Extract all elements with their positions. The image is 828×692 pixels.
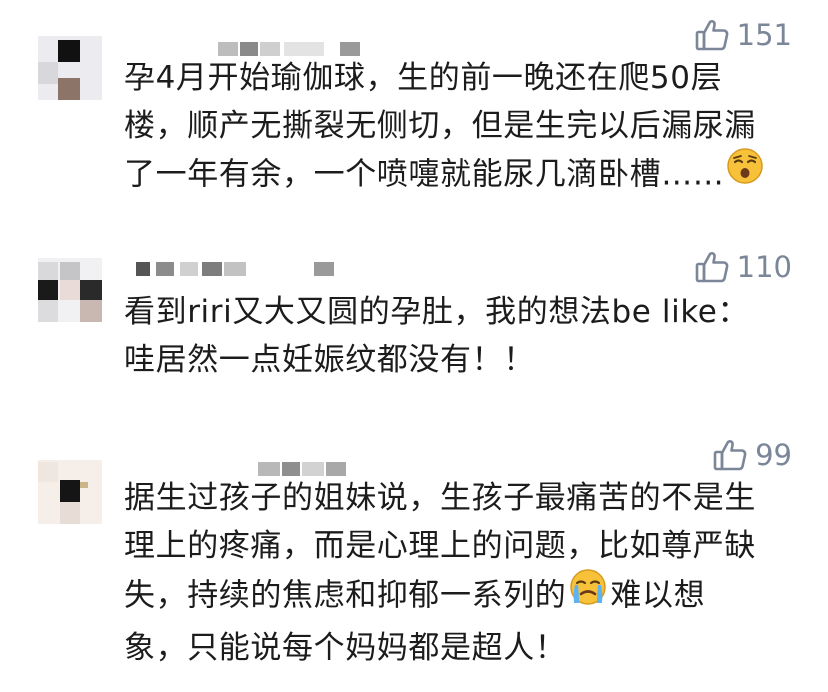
like-count: 151 xyxy=(736,18,792,52)
like-button[interactable]: 110 xyxy=(695,250,792,284)
avatar[interactable] xyxy=(38,460,102,524)
mosaic-block xyxy=(202,262,222,276)
mosaic-block xyxy=(224,262,246,276)
comment-line-text: 难以想 xyxy=(610,577,706,614)
avatar-pixel xyxy=(60,480,80,502)
avatar-pixel xyxy=(38,462,58,482)
avatar-pixel xyxy=(80,482,88,488)
avatar-pixel xyxy=(38,262,58,280)
like-button[interactable]: 151 xyxy=(695,18,792,52)
mosaic-block xyxy=(180,262,198,276)
thumbs-up-icon xyxy=(695,251,729,283)
avatar[interactable] xyxy=(38,36,102,100)
like-count: 99 xyxy=(755,438,792,472)
like-button[interactable]: 99 xyxy=(713,438,792,472)
comment-line-text: 楼，顺产无撕裂无侧切，但是生完以后漏尿漏 xyxy=(124,108,756,144)
loudly-crying-face-emoji-icon xyxy=(568,567,608,621)
astonished-face-emoji-icon xyxy=(726,147,764,199)
avatar-pixel xyxy=(80,280,102,300)
comment-text: 据生过孩子的姐妹说，生孩子最痛苦的不是生 理上的疼痛，而是心理上的问题，比如尊严… xyxy=(124,474,794,672)
avatar-pixel xyxy=(38,280,58,300)
mosaic-block xyxy=(136,262,150,276)
comment-line-text: 失，持续的焦虑和抑郁一系列的 xyxy=(124,577,567,614)
avatar-pixel xyxy=(60,502,80,524)
like-count: 110 xyxy=(736,250,792,284)
thumbs-up-icon xyxy=(713,439,747,471)
avatar-pixel xyxy=(80,300,102,322)
comment-line-text: 了一年有余，一个喷嚏就能尿几滴卧槽…… xyxy=(124,156,725,193)
username-mosaic[interactable] xyxy=(136,258,356,280)
avatar-pixel xyxy=(58,78,80,100)
thumbs-up-icon xyxy=(695,19,729,51)
comment-line: 孕4月开始瑜伽球，生的前一晚还在爬50层 xyxy=(124,60,723,96)
comment-text: 孕4月开始瑜伽球，生的前一晚还在爬50层 楼，顺产无撕裂无侧切，但是生完以后漏尿… xyxy=(124,54,794,202)
avatar-pixel xyxy=(38,62,58,84)
comment-line: 看到riri又大又圆的孕肚，我的想法be like： xyxy=(124,294,750,330)
avatar-pixel xyxy=(58,40,80,62)
comment-line: 哇居然一点妊娠纹都没有！！ xyxy=(124,342,535,378)
comment-line: 楼，顺产无撕裂无侧切，但是生完以后漏尿漏 xyxy=(124,102,794,150)
avatar-pixel xyxy=(38,300,58,322)
comment-line: 失，持续的焦虑和抑郁一系列的 难以想 xyxy=(124,567,794,624)
comment-line: 了一年有余，一个喷嚏就能尿几滴卧槽…… xyxy=(124,147,794,202)
mosaic-block xyxy=(314,262,334,276)
avatar[interactable] xyxy=(38,258,102,322)
comment-text: 看到riri又大又圆的孕肚，我的想法be like： 哇居然一点妊娠纹都没有！！ xyxy=(124,288,794,384)
avatar-pixel xyxy=(60,280,80,300)
avatar-pixel xyxy=(60,262,80,280)
comment-line: 象，只能说每个妈妈都是超人！ xyxy=(124,630,567,666)
comment-line: 据生过孩子的姐妹说，生孩子最痛苦的不是生 xyxy=(124,480,756,516)
comment-line: 理上的疼痛，而是心理上的问题，比如尊严缺 xyxy=(124,528,756,564)
mosaic-block xyxy=(156,262,174,276)
